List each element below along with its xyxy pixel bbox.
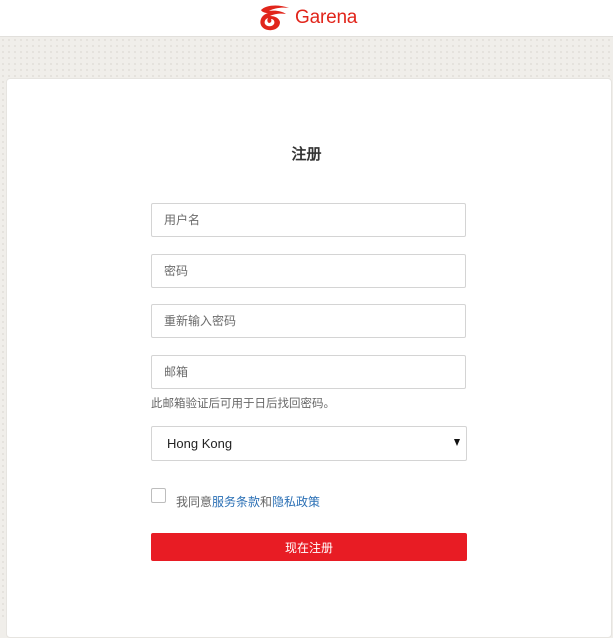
- region-select-value: Hong Kong: [167, 436, 233, 451]
- garena-dragon-icon: [258, 4, 292, 32]
- logo-text: Garena: [295, 7, 358, 28]
- agreement-row: 我同意服务条款和隐私政策: [151, 487, 320, 510]
- top-bar: Garena: [0, 0, 613, 37]
- email-hint: 此邮箱验证后可用于日后找回密码。: [151, 396, 335, 410]
- privacy-link[interactable]: 隐私政策: [272, 495, 320, 509]
- agree-and: 和: [260, 494, 273, 509]
- agreement-text: 我同意服务条款和隐私政策: [176, 493, 320, 510]
- page-title: 注册: [291, 145, 322, 163]
- register-button[interactable]: 现在注册: [151, 533, 467, 561]
- email-input[interactable]: [151, 355, 466, 389]
- terms-link[interactable]: 服务条款: [212, 495, 260, 509]
- password-input[interactable]: [151, 254, 466, 288]
- username-input[interactable]: [151, 203, 466, 237]
- confirm-password-input[interactable]: [151, 304, 466, 338]
- agree-prefix: 我同意: [176, 494, 213, 509]
- dropdown-arrow-icon: [454, 439, 460, 446]
- region-select[interactable]: Hong Kong: [151, 426, 467, 461]
- agree-checkbox[interactable]: [151, 487, 166, 503]
- garena-logo[interactable]: Garena: [258, 3, 357, 33]
